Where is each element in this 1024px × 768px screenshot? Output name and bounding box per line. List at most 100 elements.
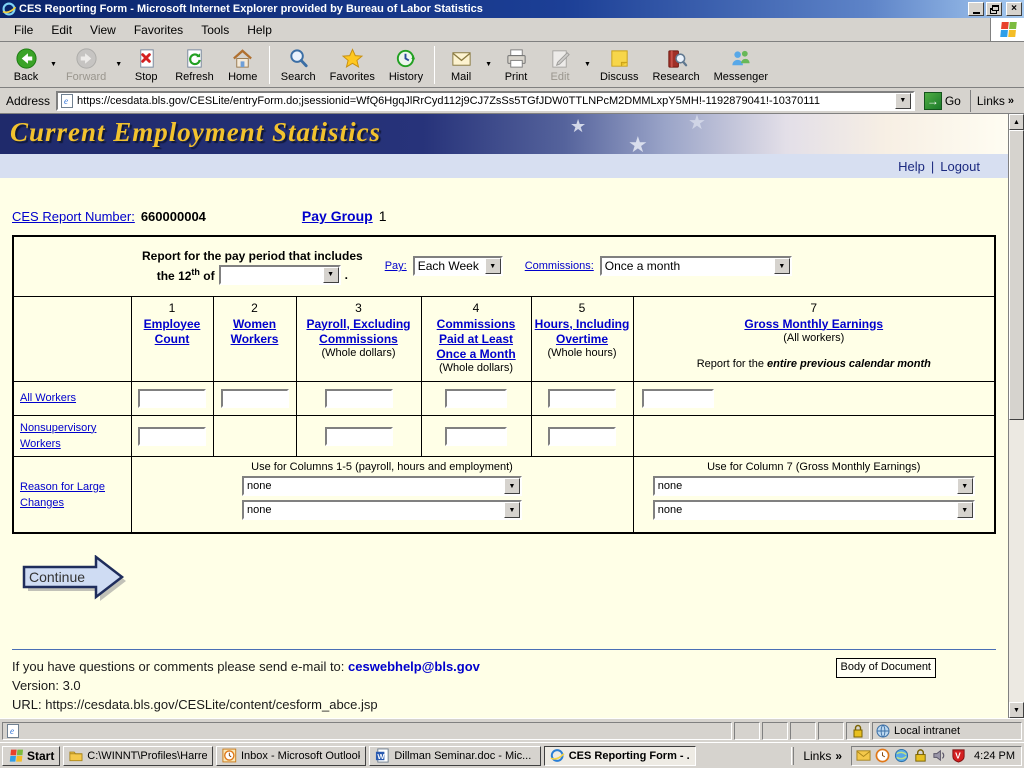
lock-tray-icon[interactable]	[913, 748, 928, 763]
back-button[interactable]: Back	[4, 44, 48, 86]
hours-link[interactable]: Hours, Including Overtime	[534, 317, 631, 347]
pay-frequency-select[interactable]: Each Week ▼	[413, 256, 503, 276]
flag-star-icon: ★	[688, 114, 706, 135]
reason-7-select-1[interactable]: none ▼	[653, 476, 975, 496]
reason-1-5-select-1[interactable]: none ▼	[242, 476, 522, 496]
all-workers-employee-count-input[interactable]	[138, 389, 206, 408]
go-button[interactable]: → Go	[919, 90, 966, 112]
start-button[interactable]: Start	[2, 746, 60, 766]
menu-view[interactable]: View	[82, 20, 124, 40]
address-url: https://cesdata.bls.gov/CESLite/entryFor…	[77, 95, 895, 107]
menu-favorites[interactable]: Favorites	[126, 20, 191, 40]
vertical-scrollbar[interactable]: ▲ ▼	[1008, 114, 1024, 718]
search-button[interactable]: Search	[274, 44, 323, 86]
all-workers-gross-earnings-input[interactable]	[642, 389, 714, 408]
edit-dropdown-icon[interactable]: ▼	[582, 61, 593, 68]
back-icon	[15, 47, 38, 70]
menu-help[interactable]: Help	[239, 20, 280, 40]
help-link[interactable]: Help	[898, 159, 925, 174]
windows-flag-icon	[990, 18, 1024, 41]
back-dropdown-icon[interactable]: ▼	[48, 61, 59, 68]
mail-button[interactable]: Mail	[439, 44, 483, 86]
payroll-link[interactable]: Payroll, Excluding Commissions	[299, 317, 419, 347]
support-email-link[interactable]: ceswebhelp@bls.gov	[348, 659, 480, 674]
all-workers-commissions-input[interactable]	[445, 389, 507, 408]
reason-1-5-select-2[interactable]: none ▼	[242, 500, 522, 520]
taskbar-task-ie-active[interactable]: CES Reporting Form - ...	[544, 746, 696, 766]
messenger-button[interactable]: Messenger	[707, 44, 775, 86]
minimize-button[interactable]	[968, 2, 984, 16]
help-logout-divider: |	[931, 159, 934, 174]
stop-button[interactable]: Stop	[124, 44, 168, 86]
pay-group-link[interactable]: Pay Group	[302, 208, 373, 224]
menu-tools[interactable]: Tools	[193, 20, 237, 40]
url-text: URL: https://cesdata.bls.gov/CESLite/con…	[12, 696, 1008, 715]
employee-count-link[interactable]: Employee Count	[134, 317, 211, 347]
clock-tray-icon[interactable]	[875, 748, 890, 763]
toolbar-separator	[269, 46, 270, 84]
history-button[interactable]: History	[382, 44, 430, 86]
reason-7-select-2[interactable]: none ▼	[653, 500, 975, 520]
refresh-icon	[183, 47, 206, 70]
toolbar-gripper[interactable]	[791, 747, 794, 765]
address-dropdown-icon[interactable]: ▼	[895, 93, 911, 109]
taskbar-task-word[interactable]: W Dillman Seminar.doc - Mic...	[369, 746, 541, 766]
antivirus-tray-icon[interactable]: V	[951, 748, 966, 763]
taskbar-links-toolbar[interactable]: Links »	[797, 749, 848, 763]
taskbar-task-outlook[interactable]: Inbox - Microsoft Outlook	[216, 746, 366, 766]
home-button[interactable]: Home	[221, 44, 265, 86]
window-title: CES Reporting Form - Microsoft Internet …	[19, 3, 968, 15]
close-button[interactable]: ×	[1006, 2, 1022, 16]
ces-report-number-link[interactable]: CES Report Number:	[12, 209, 135, 224]
reason-for-large-changes-link[interactable]: Reason for Large Changes	[20, 481, 105, 509]
research-button[interactable]: Research	[645, 44, 706, 86]
nonsup-payroll-input[interactable]	[325, 427, 393, 446]
reason-for-large-changes-row: Reason for Large Changes Use for Columns…	[13, 457, 995, 534]
mail-dropdown-icon[interactable]: ▼	[483, 61, 494, 68]
scroll-up-button[interactable]: ▲	[1009, 114, 1024, 130]
lock-icon	[852, 724, 864, 738]
restore-button[interactable]	[986, 2, 1002, 16]
volume-tray-icon[interactable]	[932, 748, 947, 763]
commissions-link[interactable]: Commissions:	[525, 260, 594, 272]
links-toolbar[interactable]: Links »	[970, 90, 1020, 112]
commissions-select[interactable]: Once a month ▼	[600, 256, 792, 276]
month-select[interactable]: ▼	[219, 265, 341, 285]
all-workers-payroll-input[interactable]	[325, 389, 393, 408]
scroll-down-button[interactable]: ▼	[1009, 702, 1024, 718]
refresh-button[interactable]: Refresh	[168, 44, 221, 86]
status-pane	[790, 722, 816, 740]
favorites-button[interactable]: Favorites	[323, 44, 382, 86]
menu-edit[interactable]: Edit	[43, 20, 80, 40]
clock-time[interactable]: 4:24 PM	[970, 750, 1015, 762]
address-input[interactable]: e https://cesdata.bls.gov/CESLite/entryF…	[56, 91, 915, 111]
scrollbar-track[interactable]	[1009, 130, 1024, 702]
search-icon	[287, 47, 310, 70]
network-tray-icon[interactable]	[894, 748, 909, 763]
nonsup-commissions-input[interactable]	[445, 427, 507, 446]
status-pane	[762, 722, 788, 740]
chevron-down-icon: ▼	[504, 502, 520, 518]
continue-button[interactable]: Continue	[20, 555, 1008, 603]
nonsup-employee-count-input[interactable]	[138, 427, 206, 446]
nonsup-hours-input[interactable]	[548, 427, 616, 446]
edit-button[interactable]: Edit	[538, 44, 582, 86]
print-button[interactable]: Print	[494, 44, 538, 86]
all-workers-link[interactable]: All Workers	[20, 392, 76, 404]
pay-link[interactable]: Pay:	[385, 260, 407, 272]
logout-link[interactable]: Logout	[940, 159, 980, 174]
gross-monthly-earnings-link[interactable]: Gross Monthly Earnings	[744, 317, 883, 332]
all-workers-women-workers-input[interactable]	[221, 389, 289, 408]
footer-contact-text: If you have questions or comments please…	[12, 659, 344, 674]
all-workers-hours-input[interactable]	[548, 389, 616, 408]
commissions-paid-link[interactable]: Commissions Paid at Least Once a Month	[424, 317, 529, 362]
forward-button[interactable]: Forward	[59, 44, 113, 86]
menu-file[interactable]: File	[6, 20, 41, 40]
mail-tray-icon[interactable]	[856, 748, 871, 763]
nonsupervisory-workers-link[interactable]: Nonsupervisory Workers	[20, 422, 96, 450]
forward-dropdown-icon[interactable]: ▼	[113, 61, 124, 68]
taskbar-task-explorer[interactable]: C:\WINNT\Profiles\Harre...	[63, 746, 213, 766]
scrollbar-thumb[interactable]	[1009, 130, 1024, 420]
discuss-button[interactable]: Discuss	[593, 44, 646, 86]
women-workers-link[interactable]: Women Workers	[216, 317, 294, 347]
